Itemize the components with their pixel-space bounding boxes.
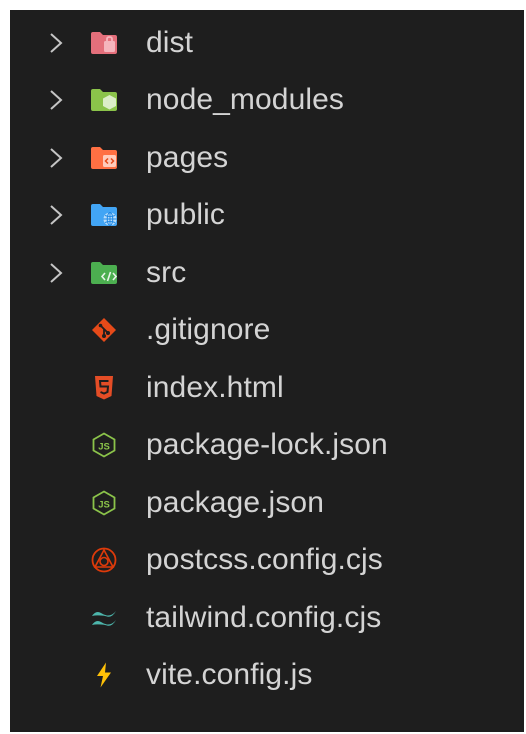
tree-item-label: node_modules: [146, 83, 345, 117]
tree-item-label: src: [146, 255, 187, 289]
tree-item-label: package-lock.json: [146, 428, 388, 462]
tailwind-icon: [92, 610, 116, 626]
chevron-right-icon[interactable]: [48, 204, 64, 226]
chevron-right-icon[interactable]: [48, 262, 64, 284]
file-tree: dist node_modules pages public src .giti…: [10, 14, 524, 704]
src-folder-icon: [91, 261, 118, 284]
tree-item-label: index.html: [146, 370, 284, 404]
tree-item-label: tailwind.config.cjs: [146, 600, 382, 634]
file-explorer: dist node_modules pages public src .giti…: [10, 10, 524, 732]
tree-item-package-lock-json[interactable]: JS package-lock.json: [10, 417, 524, 475]
nodejs-icon: JS: [92, 432, 116, 458]
vite-icon: [97, 662, 111, 688]
svg-text:JS: JS: [98, 499, 110, 510]
git-icon: [92, 318, 116, 343]
nodejs-icon: JS: [92, 490, 116, 516]
tree-item-label: package.json: [146, 485, 324, 519]
tree-item-package-json[interactable]: JS package.json: [10, 474, 524, 532]
tree-item-label: postcss.config.cjs: [146, 543, 383, 577]
tree-item-label: vite.config.js: [146, 658, 313, 692]
pages-folder-icon: [91, 146, 117, 169]
node-modules-folder-icon: [91, 89, 117, 112]
tree-item-node-modules[interactable]: node_modules: [10, 72, 524, 130]
tree-item-dist[interactable]: dist: [10, 14, 524, 72]
tree-item-index-html[interactable]: index.html: [10, 359, 524, 417]
chevron-right-icon[interactable]: [48, 32, 64, 54]
tree-item-vite-config[interactable]: vite.config.js: [10, 647, 524, 705]
tree-item-label: pages: [146, 140, 229, 174]
dist-folder-icon: [91, 31, 117, 54]
tree-item-label: .gitignore: [146, 313, 271, 347]
tree-item-public[interactable]: public: [10, 187, 524, 245]
tree-item-postcss-config[interactable]: postcss.config.cjs: [10, 532, 524, 590]
public-folder-icon: [91, 204, 117, 227]
tree-item-label: public: [146, 198, 225, 232]
chevron-right-icon[interactable]: [48, 147, 64, 169]
chevron-right-icon[interactable]: [48, 89, 64, 111]
tree-item-label: dist: [146, 25, 194, 59]
html5-icon: [95, 375, 113, 400]
tree-item-tailwind-config[interactable]: tailwind.config.cjs: [10, 589, 524, 647]
tree-item-pages[interactable]: pages: [10, 129, 524, 187]
svg-text:JS: JS: [98, 442, 110, 453]
tree-item-src[interactable]: src: [10, 244, 524, 302]
tree-item-gitignore[interactable]: .gitignore: [10, 302, 524, 360]
postcss-icon: [91, 547, 117, 573]
